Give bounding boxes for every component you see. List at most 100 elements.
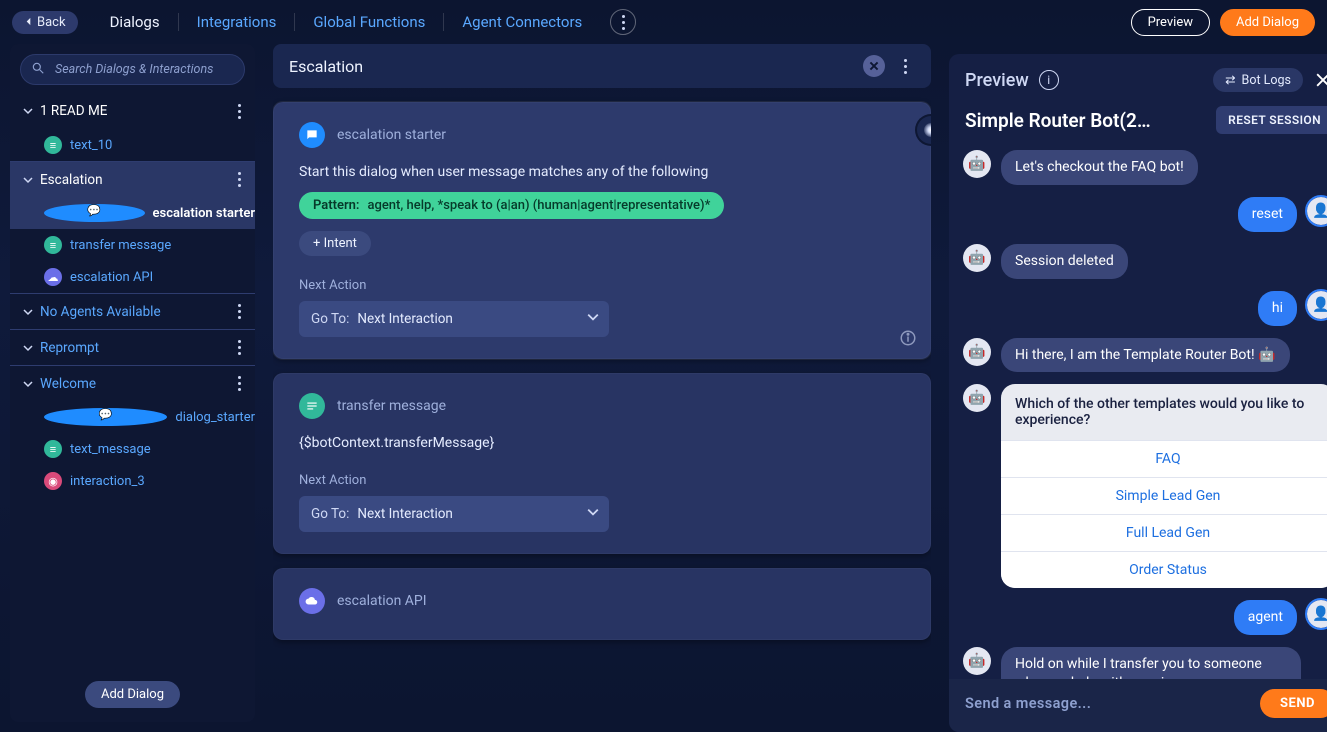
bot-name: Simple Router Bot(2…: [965, 109, 1206, 132]
pattern-value: agent, help, *speak to (a|an) (human|age…: [367, 198, 710, 213]
tab-global-functions[interactable]: Global Functions: [295, 13, 443, 31]
close-circle-icon[interactable]: [863, 55, 885, 77]
bot-avatar-icon: 🤖: [963, 384, 991, 412]
interaction-card-escalation-api[interactable]: escalation API: [273, 568, 931, 640]
tree-item-interaction3[interactable]: ◉ interaction_3: [10, 465, 255, 497]
interaction-card-transfer-message[interactable]: transfer message {$botContext.transferMe…: [273, 373, 931, 554]
card-option[interactable]: Simple Lead Gen: [1001, 477, 1327, 514]
tab-dialogs[interactable]: Dialogs: [92, 13, 178, 31]
chat-log[interactable]: 🤖 Let's checkout the FAQ bot! reset 👤 🤖 …: [949, 146, 1327, 679]
tree-item-escalation-api[interactable]: ☁ escalation API: [10, 261, 255, 293]
chat-row: 🤖 Let's checkout the FAQ bot!: [963, 150, 1327, 185]
text-icon: ≡: [44, 236, 62, 254]
user-message: reset: [1238, 197, 1297, 232]
tree-item-text-message[interactable]: ≡ text_message: [10, 433, 255, 465]
nav-tabs: Dialogs Integrations Global Functions Ag…: [92, 9, 637, 35]
tree-group-readme[interactable]: 1 READ ME: [10, 93, 255, 129]
chat-row: 🤖 Session deleted: [963, 244, 1327, 279]
reset-session-button[interactable]: RESET SESSION: [1216, 106, 1327, 134]
kebab-icon[interactable]: [229, 338, 249, 358]
card-question: Which of the other templates would you l…: [1001, 384, 1327, 440]
close-icon[interactable]: [1313, 70, 1327, 90]
card-option[interactable]: Order Status: [1001, 551, 1327, 588]
tree-group-reprompt[interactable]: Reprompt: [10, 329, 255, 365]
info-icon[interactable]: i: [1039, 70, 1059, 90]
next-action-select[interactable]: Go To: Next Interaction: [299, 496, 609, 532]
interaction-card-escalation-starter[interactable]: escalation starter Start this dialog whe…: [273, 102, 931, 359]
card-title: transfer message: [337, 398, 446, 414]
tree-item-escalation-starter[interactable]: 💬 escalation starter: [10, 197, 255, 229]
bot-avatar-icon: 🤖: [963, 647, 991, 675]
dots-vertical-icon: [622, 15, 625, 30]
pattern-pill[interactable]: Pattern: agent, help, *speak to (a|an) (…: [299, 192, 724, 219]
add-dialog-button[interactable]: Add Dialog: [1220, 9, 1315, 36]
message-input[interactable]: [963, 694, 1248, 713]
tree-item-label: escalation starter: [153, 206, 255, 221]
next-action-label: Next Action: [299, 278, 905, 293]
preview-panel: Preview i ⇄ Bot Logs Simple Router Bot(2…: [949, 54, 1327, 732]
chevron-right-icon: [22, 306, 34, 318]
back-label: Back: [37, 15, 66, 30]
bot-avatar-icon: 🤖: [963, 338, 991, 366]
card-description: Start this dialog when user message matc…: [299, 164, 905, 180]
bot-logs-button[interactable]: ⇄ Bot Logs: [1213, 68, 1303, 92]
tab-overflow-button[interactable]: [610, 9, 636, 35]
editor-column: Escalation escalation starter Start this…: [273, 44, 931, 722]
search-field[interactable]: [20, 54, 245, 85]
cloud-icon: [299, 588, 325, 614]
bot-avatar-icon: 🤖: [963, 150, 991, 178]
chat-row: agent 👤: [963, 600, 1327, 635]
chat-row: 🤖 Which of the other templates would you…: [963, 384, 1327, 588]
tree-item-text10[interactable]: ≡ text_10: [10, 129, 255, 161]
tree-item-label: escalation API: [70, 270, 153, 285]
tree-group-welcome[interactable]: Welcome: [10, 365, 255, 401]
kebab-icon[interactable]: [895, 59, 915, 74]
chevron-down-icon: [22, 105, 34, 117]
logs-icon: ⇄: [1225, 72, 1235, 88]
tree-item-label: dialog_starter: [175, 410, 255, 425]
card-option[interactable]: FAQ: [1001, 440, 1327, 477]
sidebar: 1 READ ME ≡ text_10 Escalation 💬 escalat…: [10, 44, 255, 722]
chat-icon: [299, 122, 325, 148]
kebab-icon[interactable]: [229, 374, 249, 394]
tree-item-label: interaction_3: [70, 474, 145, 489]
next-action-select[interactable]: Go To: Next Interaction: [299, 301, 609, 337]
tree-item-dialog-starter[interactable]: 💬 dialog_starter: [10, 401, 255, 433]
chat-row: 🤖 Hi there, I am the Template Router Bot…: [963, 338, 1327, 373]
user-avatar-icon: 👤: [1307, 291, 1327, 319]
assistant-badge-icon[interactable]: [917, 116, 931, 144]
tab-integrations[interactable]: Integrations: [179, 13, 295, 31]
kebab-icon[interactable]: [229, 302, 249, 322]
bot-message: Session deleted: [1001, 244, 1128, 279]
tree-item-label: text_message: [70, 442, 151, 457]
tree-group-escalation[interactable]: Escalation: [10, 161, 255, 197]
preview-button[interactable]: Preview: [1131, 9, 1210, 36]
bot-card-message: Which of the other templates would you l…: [1001, 384, 1327, 588]
tree-item-transfer-message[interactable]: ≡ transfer message: [10, 229, 255, 261]
topbar: Back Dialogs Integrations Global Functio…: [0, 0, 1327, 44]
tree-group-no-agents[interactable]: No Agents Available: [10, 293, 255, 329]
add-intent-button[interactable]: + Intent: [299, 231, 371, 256]
search-input[interactable]: [53, 61, 234, 78]
tree-group-label: No Agents Available: [40, 304, 229, 320]
chat-row: hi 👤: [963, 291, 1327, 326]
card-title: escalation API: [337, 593, 427, 609]
user-avatar-icon: 👤: [1307, 197, 1327, 225]
tab-agent-connectors[interactable]: Agent Connectors: [444, 13, 600, 31]
back-button[interactable]: Back: [12, 11, 78, 34]
send-button[interactable]: SEND: [1260, 689, 1327, 718]
info-icon[interactable]: [899, 329, 917, 347]
preview-header: Preview i ⇄ Bot Logs: [949, 54, 1327, 100]
sidebar-add-dialog-button[interactable]: Add Dialog: [85, 681, 180, 708]
chevron-down-icon: [22, 378, 34, 390]
search-icon: [31, 60, 45, 79]
chat-icon: 💬: [44, 204, 145, 222]
card-option[interactable]: Full Lead Gen: [1001, 514, 1327, 551]
chevron-down-icon: [22, 174, 34, 186]
kebab-icon[interactable]: [229, 170, 249, 190]
kebab-icon[interactable]: [229, 101, 249, 121]
chevron-down-icon: [587, 311, 599, 327]
user-message: agent: [1234, 600, 1297, 635]
compose-bar: SEND: [949, 679, 1327, 732]
chat-row: 🤖 Hold on while I transfer you to someon…: [963, 647, 1327, 679]
